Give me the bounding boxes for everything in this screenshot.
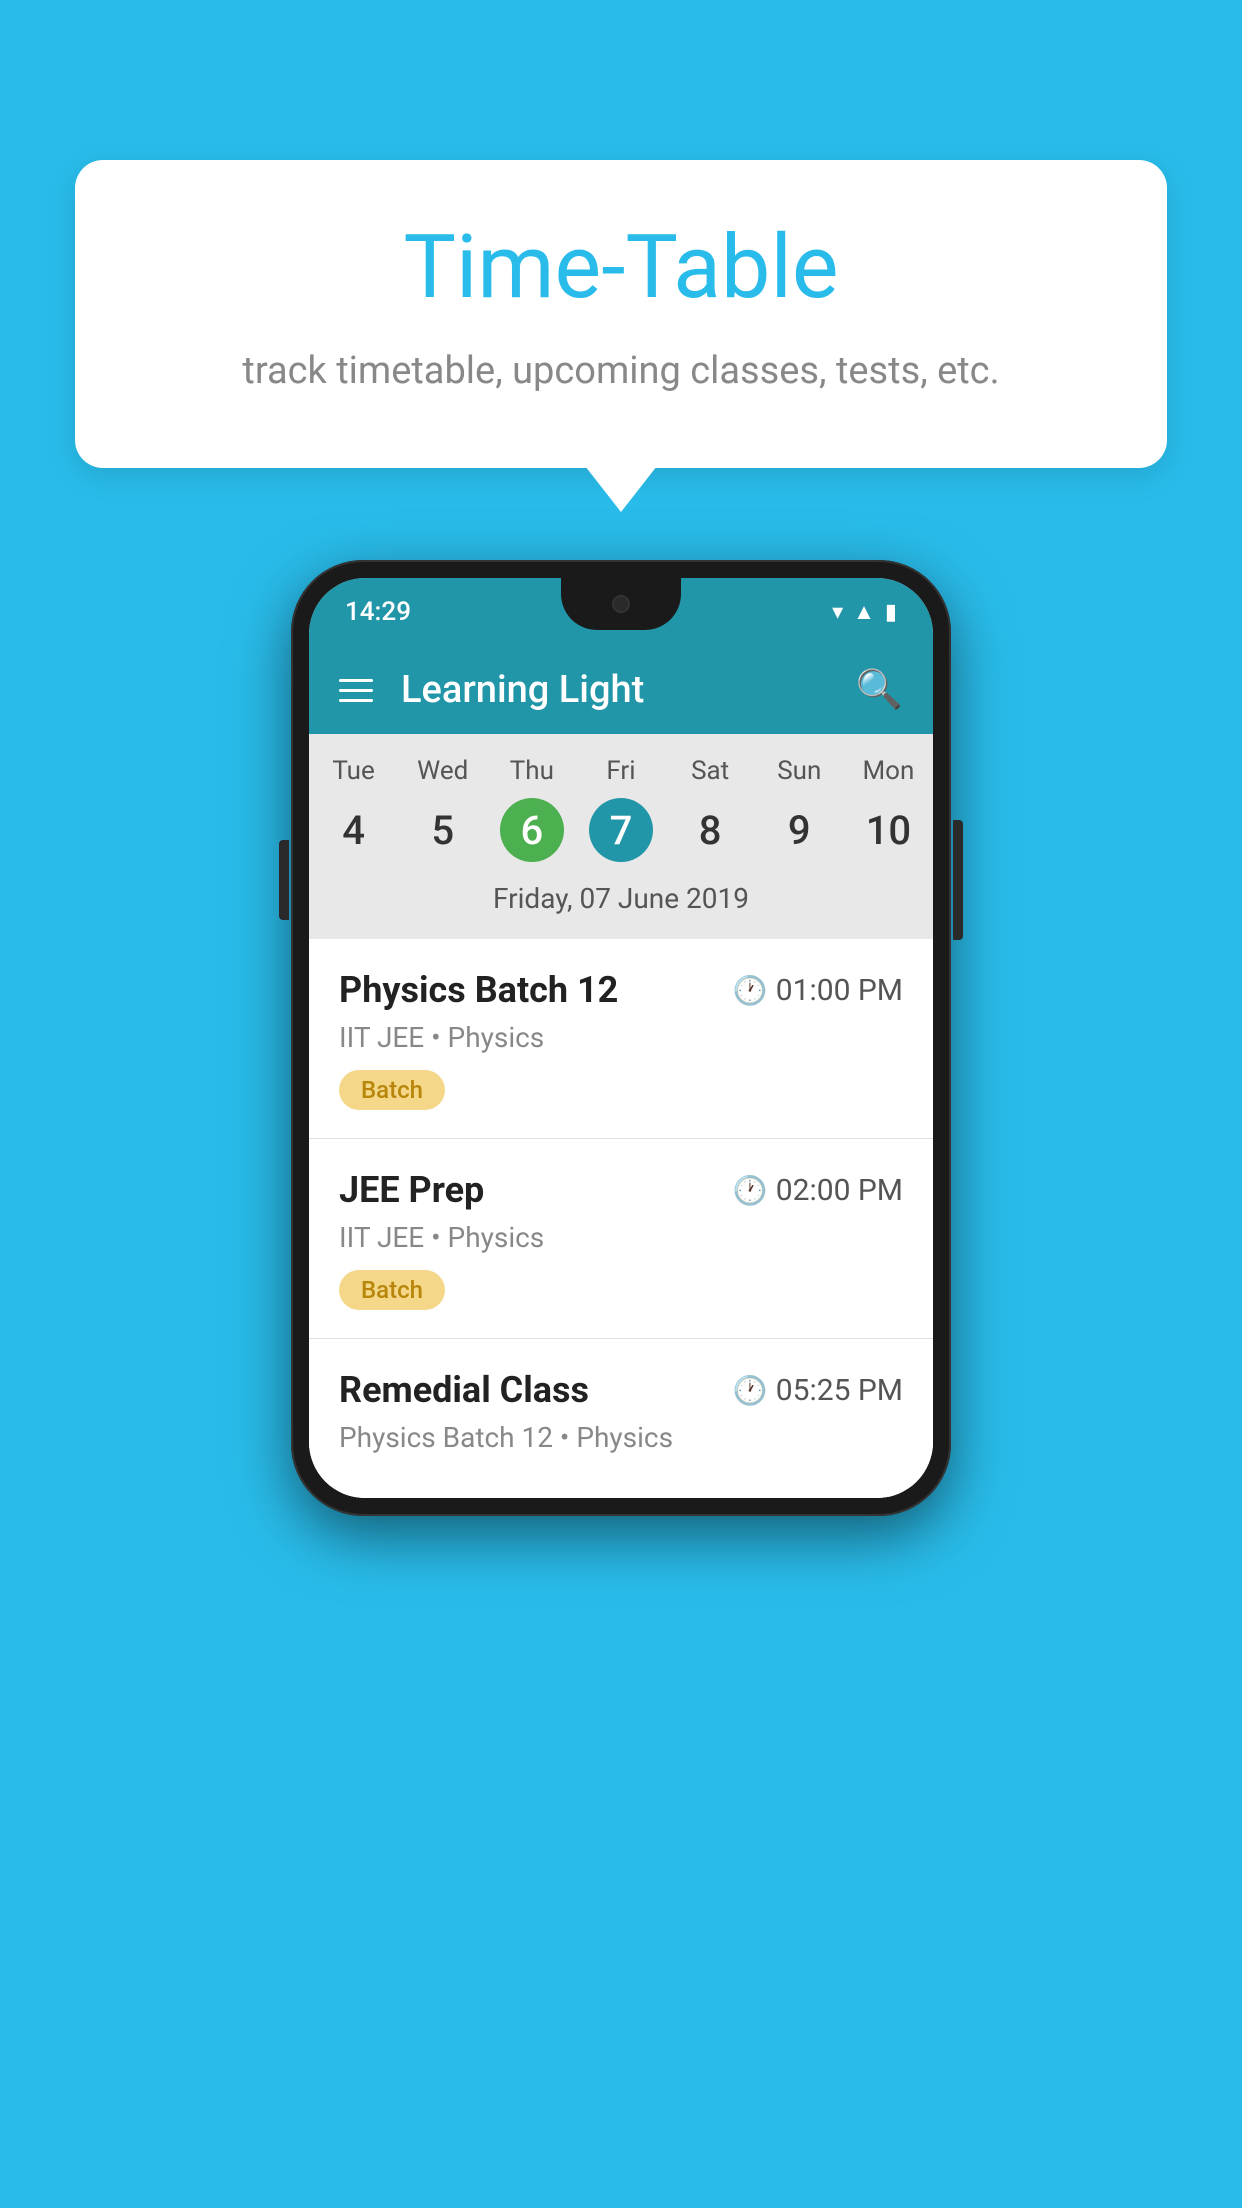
clock-icon-3: 🕐 [733, 1374, 768, 1407]
day-8[interactable]: 8 [678, 798, 742, 862]
clock-icon-1: 🕐 [733, 974, 768, 1007]
day-7-selected[interactable]: 7 [589, 798, 653, 862]
schedule-item-2[interactable]: JEE Prep 🕐 02:00 PM IIT JEE • Physics Ba… [309, 1139, 933, 1339]
day-5[interactable]: 5 [411, 798, 475, 862]
day-header-thu: Thu [487, 752, 576, 790]
item-time-2: 🕐 02:00 PM [733, 1173, 903, 1208]
status-bar: 14:29 ▾ ▲ ▮ [309, 578, 933, 646]
day-header-sun: Sun [755, 752, 844, 790]
status-icons: ▾ ▲ ▮ [832, 599, 897, 625]
phone-outer: 14:29 ▾ ▲ ▮ Learning Light 🔍 [291, 560, 951, 1516]
day-4[interactable]: 4 [322, 798, 386, 862]
date-label: Friday, 07 June 2019 [309, 872, 933, 933]
app-bar: Learning Light 🔍 [309, 646, 933, 734]
clock-icon-2: 🕐 [733, 1174, 768, 1207]
day-header-sat: Sat [666, 752, 755, 790]
phone-mockup: 14:29 ▾ ▲ ▮ Learning Light 🔍 [291, 560, 951, 1516]
bubble-title: Time-Table [155, 220, 1087, 317]
schedule-list: Physics Batch 12 🕐 01:00 PM IIT JEE • Ph… [309, 939, 933, 1498]
day-9[interactable]: 9 [767, 798, 831, 862]
item-title-2: JEE Prep [339, 1169, 484, 1211]
schedule-item-3[interactable]: Remedial Class 🕐 05:25 PM Physics Batch … [309, 1339, 933, 1498]
day-10[interactable]: 10 [856, 798, 920, 862]
speech-bubble: Time-Table track timetable, upcoming cla… [75, 160, 1167, 468]
day-6-today[interactable]: 6 [500, 798, 564, 862]
day-header-tue: Tue [309, 752, 398, 790]
status-time: 14:29 [345, 597, 411, 627]
day-header-wed: Wed [398, 752, 487, 790]
item-subtitle-3: Physics Batch 12 • Physics [339, 1421, 903, 1454]
camera-dot [612, 595, 630, 613]
battery-icon: ▮ [885, 600, 897, 625]
day-header-mon: Mon [844, 752, 933, 790]
signal-icon: ▲ [853, 599, 875, 625]
item-title-1: Physics Batch 12 [339, 969, 618, 1011]
day-headers: Tue Wed Thu Fri Sat Sun Mon [309, 752, 933, 790]
notch-cutout [561, 578, 681, 630]
item-row2: JEE Prep 🕐 02:00 PM [339, 1169, 903, 1211]
app-title: Learning Light [401, 668, 828, 712]
batch-tag-2: Batch [339, 1270, 445, 1310]
item-title-3: Remedial Class [339, 1369, 589, 1411]
schedule-item-1[interactable]: Physics Batch 12 🕐 01:00 PM IIT JEE • Ph… [309, 939, 933, 1139]
hamburger-icon[interactable] [339, 679, 373, 702]
wifi-icon: ▾ [832, 600, 843, 625]
item-time-1: 🕐 01:00 PM [733, 973, 903, 1008]
item-row1: Physics Batch 12 🕐 01:00 PM [339, 969, 903, 1011]
day-numbers: 4 5 6 7 8 9 10 [309, 798, 933, 872]
item-subtitle-1: IIT JEE • Physics [339, 1021, 903, 1054]
calendar-week: Tue Wed Thu Fri Sat Sun Mon 4 5 6 7 8 9 … [309, 734, 933, 939]
day-header-fri: Fri [576, 752, 665, 790]
bubble-subtitle: track timetable, upcoming classes, tests… [155, 345, 1087, 398]
search-icon[interactable]: 🔍 [856, 668, 903, 712]
speech-bubble-container: Time-Table track timetable, upcoming cla… [75, 160, 1167, 468]
batch-tag-1: Batch [339, 1070, 445, 1110]
item-row3: Remedial Class 🕐 05:25 PM [339, 1369, 903, 1411]
item-time-3: 🕐 05:25 PM [733, 1373, 903, 1408]
item-subtitle-2: IIT JEE • Physics [339, 1221, 903, 1254]
phone-screen: 14:29 ▾ ▲ ▮ Learning Light 🔍 [309, 578, 933, 1498]
